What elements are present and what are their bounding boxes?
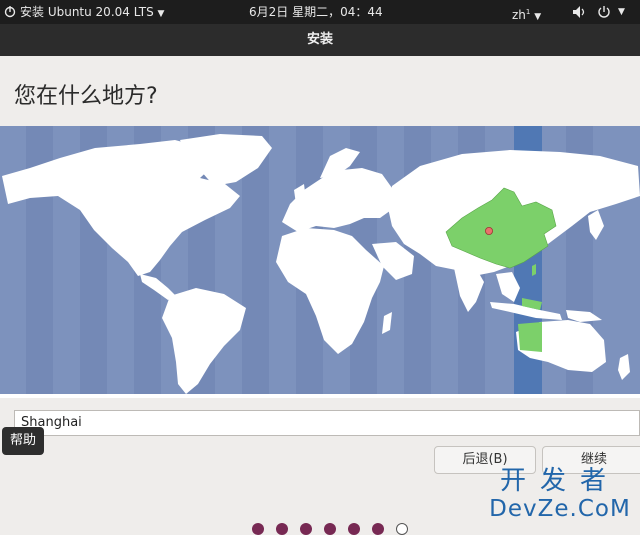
input-method-label: zh xyxy=(512,8,526,22)
selected-region-island xyxy=(532,264,536,276)
selected-zone-australia xyxy=(518,322,542,352)
page-title: 您在什么地方? xyxy=(14,84,158,109)
progress-dot xyxy=(300,523,312,535)
app-menu[interactable]: 安装 Ubuntu 20.04 LTS ▼ xyxy=(20,0,164,24)
location-pin-icon xyxy=(484,227,493,236)
progress-dot xyxy=(324,523,336,535)
watermark-line2: DevZe.CoM xyxy=(489,496,631,522)
chevron-down-icon[interactable]: ▼ xyxy=(618,0,625,24)
timezone-map[interactable] xyxy=(0,126,640,398)
progress-dot xyxy=(396,523,408,535)
watermark: 开发者 DevZe.CoM xyxy=(482,466,638,522)
window-title: 安装 xyxy=(0,24,640,56)
watermark-line1: 开发者 xyxy=(499,466,620,496)
power-icon[interactable] xyxy=(4,0,16,24)
chevron-down-icon: ▼ xyxy=(157,9,165,19)
app-menu-label: 安装 Ubuntu 20.04 LTS xyxy=(20,5,154,19)
top-panel: 安装 Ubuntu 20.04 LTS ▼ 6月2日 星期二，04：44 zh1… xyxy=(0,0,640,24)
progress-dot xyxy=(348,523,360,535)
input-method-menu[interactable]: zh1 ▼ xyxy=(512,0,541,24)
progress-dot xyxy=(276,523,288,535)
power-menu-icon[interactable] xyxy=(598,0,610,24)
clock[interactable]: 6月2日 星期二，04：44 xyxy=(249,0,383,24)
timezone-input[interactable]: Shanghai xyxy=(14,410,640,436)
progress-dot xyxy=(372,523,384,535)
volume-icon[interactable] xyxy=(572,0,586,24)
chevron-down-icon: ▼ xyxy=(534,12,542,22)
progress-dot xyxy=(252,523,264,535)
help-tooltip: 帮助 xyxy=(2,427,45,455)
